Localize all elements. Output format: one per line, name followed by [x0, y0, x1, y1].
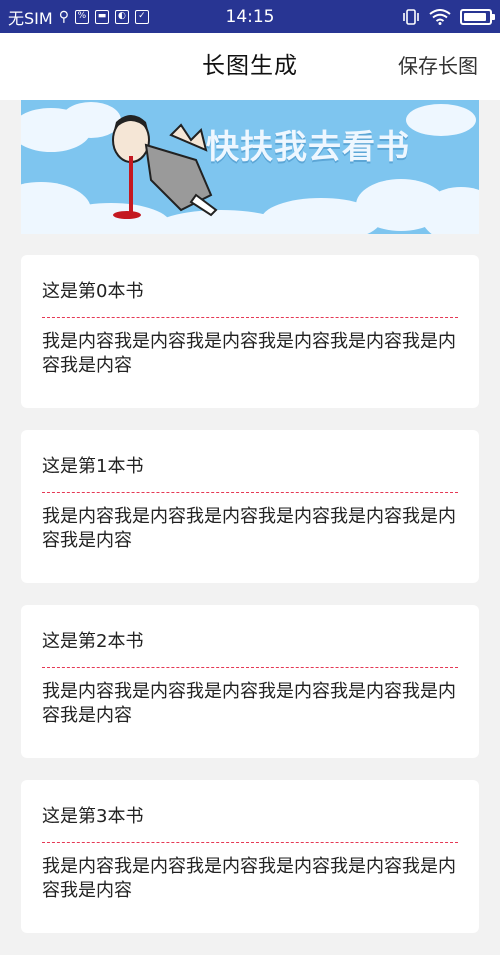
dashed-divider [42, 667, 458, 668]
dashed-divider [42, 842, 458, 843]
book-card[interactable]: 这是第1本书 我是内容我是内容我是内容我是内容我是内容我是内容我是内容 [21, 430, 479, 583]
book-title: 这是第3本书 [42, 806, 144, 827]
book-content: 我是内容我是内容我是内容我是内容我是内容我是内容我是内容 [42, 856, 456, 901]
dashed-divider [42, 492, 458, 493]
save-long-image-button[interactable]: 保存长图 [398, 33, 478, 100]
book-content: 我是内容我是内容我是内容我是内容我是内容我是内容我是内容 [42, 681, 456, 726]
image-icon: ▬ [94, 9, 109, 24]
clipboard-icon: ✓ [134, 9, 149, 24]
vibrate-icon [403, 8, 419, 25]
dashed-divider [42, 317, 458, 318]
status-right [402, 8, 495, 25]
clock: 14:15 [225, 6, 275, 27]
book-title: 这是第1本书 [42, 456, 144, 477]
banner-image: 快扶我去看书 [21, 100, 479, 234]
battery-fill [464, 12, 486, 21]
status-left: 无SIM ⚲ % ▬ ◐ ✓ [8, 5, 149, 29]
app-bar: 长图生成 保存长图 [0, 33, 500, 100]
wifi-icon [429, 8, 451, 25]
book-content: 我是内容我是内容我是内容我是内容我是内容我是内容我是内容 [42, 331, 456, 376]
book-card[interactable]: 这是第0本书 我是内容我是内容我是内容我是内容我是内容我是内容我是内容 [21, 255, 479, 408]
banner-caption: 快扶我去看书 [206, 127, 410, 166]
book-card[interactable]: 这是第3本书 我是内容我是内容我是内容我是内容我是内容我是内容我是内容 [21, 780, 479, 933]
book-title: 这是第2本书 [42, 631, 144, 652]
book-title: 这是第0本书 [42, 281, 144, 302]
usb-icon: ⚲ [58, 8, 69, 25]
app-icon: % [74, 9, 89, 24]
book-list: 这是第0本书 我是内容我是内容我是内容我是内容我是内容我是内容我是内容 这是第1… [21, 255, 479, 955]
book-card[interactable]: 这是第2本书 我是内容我是内容我是内容我是内容我是内容我是内容我是内容 [21, 605, 479, 758]
carrier-label: 无SIM [8, 8, 53, 28]
app-icon-2: ◐ [114, 9, 129, 24]
book-content: 我是内容我是内容我是内容我是内容我是内容我是内容我是内容 [42, 506, 456, 551]
status-bar: 无SIM ⚲ % ▬ ◐ ✓ 14:15 [0, 0, 500, 33]
battery-icon [460, 8, 495, 25]
